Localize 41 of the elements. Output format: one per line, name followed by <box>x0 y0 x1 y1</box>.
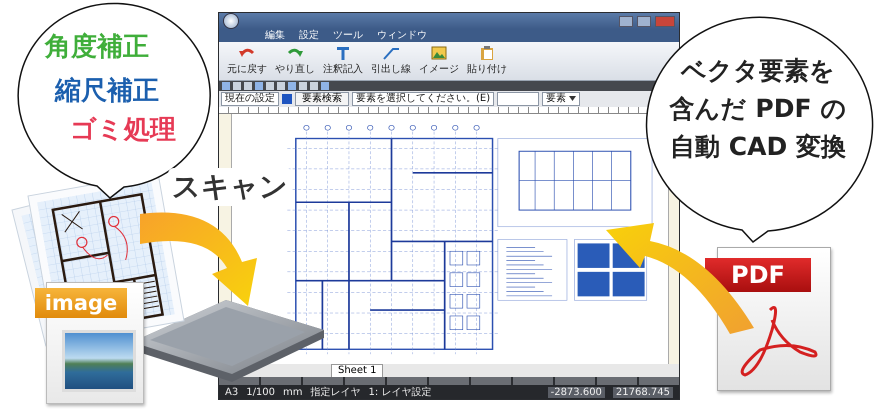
curl-symbol-icon <box>740 306 818 376</box>
x-coordinate: -2873.600 <box>548 386 605 398</box>
bubble-caption: ベクタ要素を 含んだ PDF の 自動 CAD 変換 <box>668 55 848 163</box>
ribbon-button[interactable]: 貼り付け <box>465 46 509 76</box>
file-type-badge: PDF <box>705 258 811 292</box>
bubble-text: 角度補正 <box>45 34 149 60</box>
prompt-field: 要素を選択してください。(E) <box>352 92 494 106</box>
clipboard-icon <box>480 46 494 60</box>
input-field[interactable] <box>497 92 540 106</box>
layer-text: 1: レイヤ設定 <box>368 386 432 399</box>
ribbon-button[interactable]: 注釈記入 <box>321 46 365 76</box>
image-icon <box>431 46 447 60</box>
layer-setting-field[interactable]: 現在の設定 <box>221 92 279 106</box>
bubble-text: 縮尺補正 <box>55 78 159 104</box>
bubble-text: ゴミ処理 <box>70 117 176 143</box>
ribbon-button[interactable]: やり直し <box>273 46 317 76</box>
layer-mode-text: 指定レイヤ <box>310 386 361 399</box>
menu-tab[interactable]: ウィンドウ <box>371 29 433 42</box>
scan-label: スキャン <box>168 168 292 206</box>
toolbar-icons-drawing[interactable] <box>222 82 332 90</box>
app-logo-icon[interactable] <box>223 13 239 29</box>
scale-text: 1/100 <box>246 386 276 398</box>
element-search-button[interactable]: 要素検索 <box>295 92 349 106</box>
menu-tab[interactable]: 編集 <box>259 29 291 42</box>
ribbon-button[interactable]: 引出し線 <box>369 46 413 76</box>
maximize-button[interactable] <box>637 16 651 26</box>
minimize-button[interactable] <box>619 16 633 26</box>
sheet-tab[interactable]: Sheet 1 <box>331 364 384 378</box>
ribbon-button[interactable]: イメージ <box>417 46 461 76</box>
line-icon <box>383 46 399 60</box>
menu-tab[interactable]: ツール <box>327 29 369 42</box>
ribbon-button[interactable]: 元に戻す <box>225 46 269 76</box>
text-icon <box>336 46 350 60</box>
element-dropdown[interactable]: 要素 <box>542 92 580 106</box>
file-type-badge: image <box>35 288 127 318</box>
paper-size: A3 <box>225 386 238 398</box>
menu-tab[interactable]: 設定 <box>293 29 325 42</box>
unit-text: mm <box>283 386 303 398</box>
caret-icon <box>569 96 576 101</box>
line-color-swatch[interactable] <box>282 94 292 104</box>
y-coordinate: 21768.745 <box>612 386 673 398</box>
